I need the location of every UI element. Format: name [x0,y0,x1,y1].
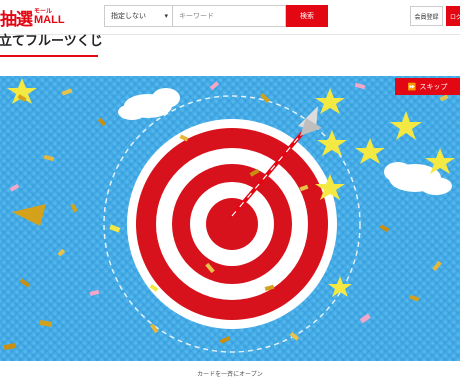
skip-label: スキップ [419,82,448,91]
lottery-stage[interactable] [0,76,460,361]
site-header: 抽選 モール MALL 指定しない ▾ キーワード 検索 会員登録 ログ [0,0,460,34]
chevron-down-icon: ▾ [164,12,168,20]
page-title: 的立てフルーツくじ [0,34,103,49]
skip-button[interactable]: ⏩ スキップ [395,78,460,95]
logo-kanji: 抽選 [0,9,33,30]
title-underline [0,55,98,57]
category-select[interactable]: 指定しない ▾ [104,5,172,27]
login-button[interactable]: ログ [446,6,460,26]
search-placeholder: キーワード [179,12,214,20]
category-select-value: 指定しない [111,12,146,20]
fast-forward-icon: ⏩ [407,82,417,91]
target-illustration [0,76,460,361]
search-input[interactable]: キーワード [172,5,286,27]
open-all-cards-link[interactable]: カードを一斉にオープン [0,369,460,378]
logo-mall: MALL [34,13,65,26]
logo-mall-wrap: モール MALL [34,8,65,26]
search-bar: 指定しない ▾ キーワード 検索 [104,5,328,27]
site-logo[interactable]: 抽選 モール MALL [0,4,65,30]
search-button[interactable]: 検索 [286,5,328,27]
target-board [127,119,337,329]
register-button[interactable]: 会員登録 [410,6,443,26]
